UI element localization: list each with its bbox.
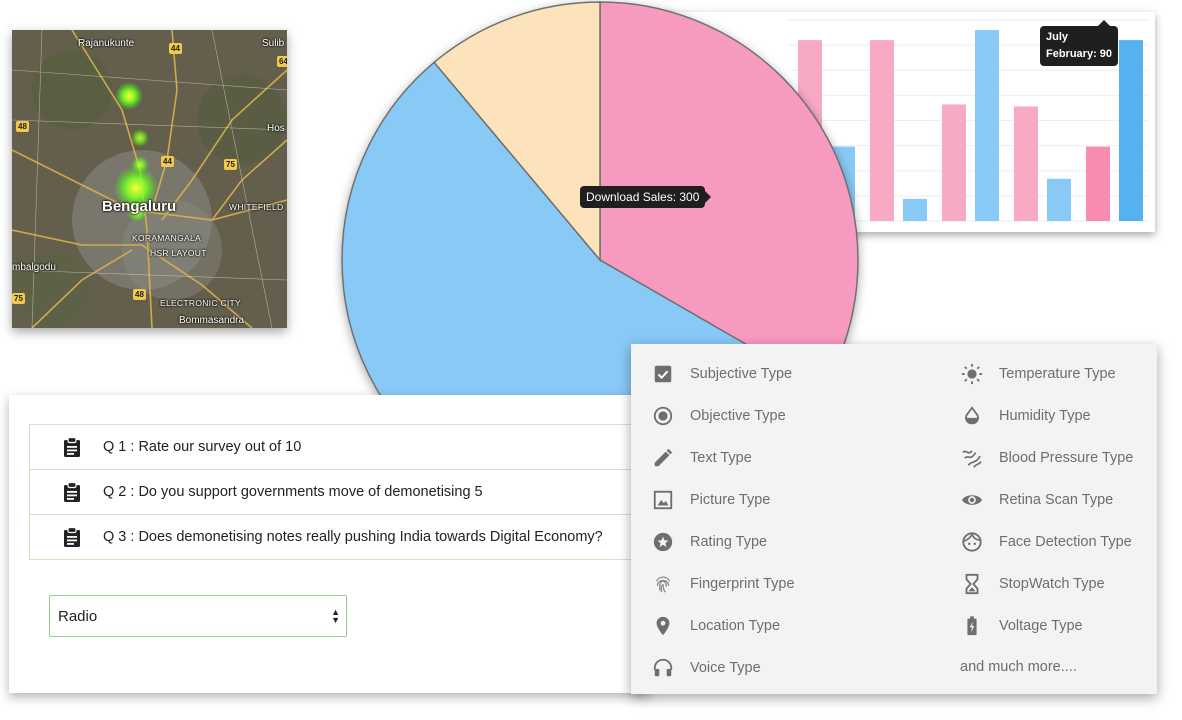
map-label: Hos — [267, 123, 285, 134]
question-row[interactable]: Q 1 : Rate our survey out of 10 — [29, 424, 659, 470]
question-type-select[interactable]: Radio ▲ ▼ — [49, 595, 347, 637]
survey-card: Q 1 : Rate our survey out of 10 Q 2 : Do… — [9, 395, 659, 693]
map-background — [12, 30, 287, 328]
question-list: Q 1 : Rate our survey out of 10 Q 2 : Do… — [29, 424, 659, 560]
type-item-location[interactable]: Location Type — [652, 614, 780, 638]
type-label: Retina Scan Type — [999, 492, 1114, 508]
type-label: Subjective Type — [690, 366, 793, 382]
type-label: StopWatch Type — [999, 576, 1105, 592]
highway-shield: 75 — [224, 159, 237, 170]
more-types-text: and much more.... — [960, 659, 1077, 675]
checkbox-icon — [654, 365, 672, 383]
highway-shield: 75 — [12, 293, 25, 304]
type-item-retina-scan[interactable]: Retina Scan Type — [961, 488, 1113, 512]
face-icon — [962, 532, 982, 552]
type-label: Objective Type — [690, 408, 786, 424]
bar[interactable] — [942, 104, 966, 221]
pie-chart-tooltip: Download Sales: 300 — [580, 186, 712, 208]
question-row[interactable]: Q 2 : Do you support governments move of… — [29, 470, 659, 515]
map-label: mbalgodu — [12, 262, 56, 273]
bar[interactable] — [1119, 40, 1143, 221]
clipboard-icon — [64, 482, 80, 502]
type-label: Location Type — [690, 618, 781, 634]
select-arrows-icon: ▲ ▼ — [331, 607, 340, 625]
tooltip-value: February: 90 — [1046, 48, 1113, 60]
question-text: Q 3 : Does demonetising notes really pus… — [103, 529, 603, 545]
type-label: Picture Type — [690, 492, 771, 508]
type-item-humidity[interactable]: Humidity Type — [961, 404, 1091, 428]
type-item-stopwatch[interactable]: StopWatch Type — [961, 572, 1105, 596]
highway-shield: 48 — [16, 121, 29, 132]
type-item-picture[interactable]: Picture Type — [652, 488, 770, 512]
type-item-text[interactable]: Text Type — [652, 446, 752, 470]
bar[interactable] — [903, 198, 927, 221]
headset-icon — [653, 658, 673, 677]
bar-chart-tooltip: July February: 90 — [1040, 20, 1119, 66]
map-label-city: Bengaluru — [102, 198, 177, 215]
type-item-voltage[interactable]: Voltage Type — [961, 614, 1083, 638]
sun-icon — [961, 363, 983, 385]
type-label: Humidity Type — [999, 408, 1091, 424]
select-value: Radio — [58, 607, 98, 625]
image-icon — [653, 490, 673, 510]
type-label: Rating Type — [690, 534, 768, 550]
bar[interactable] — [975, 30, 999, 221]
hourglass-icon — [965, 573, 979, 595]
heatmap-map[interactable]: Rajanukunte Sulib Hos Bengaluru WHITEFIE… — [12, 30, 287, 328]
eye-icon — [961, 495, 983, 505]
tooltip-title: July — [1046, 31, 1069, 43]
type-label: Temperature Type — [999, 366, 1116, 382]
type-item-blood-pressure[interactable]: Blood Pressure Type — [961, 446, 1133, 470]
type-item-objective[interactable]: Objective Type — [652, 404, 786, 428]
map-label: WHITEFIELD — [229, 202, 284, 212]
drop-icon — [965, 406, 979, 425]
type-label: Text Type — [690, 450, 752, 466]
pencil-icon — [654, 448, 673, 467]
type-label: Blood Pressure Type — [999, 450, 1134, 466]
map-label: KORAMANGALA — [132, 233, 201, 243]
clipboard-icon — [64, 437, 80, 457]
type-label: Face Detection Type — [999, 534, 1132, 550]
battery-icon — [967, 616, 977, 636]
type-label: Voice Type — [690, 660, 761, 676]
type-item-voice[interactable]: Voice Type — [652, 656, 761, 680]
map-label: Rajanukunte — [78, 38, 135, 49]
map-label: Sulib — [262, 38, 285, 49]
radio-icon — [653, 406, 673, 426]
highway-shield: 44 — [161, 156, 174, 167]
highway-shield: 64 — [277, 56, 287, 67]
question-row[interactable]: Q 3 : Does demonetising notes really pus… — [29, 515, 659, 560]
bar[interactable] — [1047, 178, 1071, 221]
highway-shield: 48 — [133, 289, 146, 300]
wave-icon — [962, 450, 982, 468]
type-label: Voltage Type — [999, 618, 1083, 634]
bar[interactable] — [1086, 146, 1110, 221]
type-label: Fingerprint Type — [690, 576, 795, 592]
type-item-subjective[interactable]: Subjective Type — [652, 362, 792, 386]
type-item-face-detection[interactable]: Face Detection Type — [961, 530, 1132, 554]
highway-shield: 44 — [169, 43, 182, 54]
location-pin-icon — [656, 616, 670, 636]
map-label: ELECTRONIC CITY — [160, 298, 242, 308]
fingerprint-icon — [655, 576, 671, 593]
clipboard-icon — [64, 527, 80, 547]
bar[interactable] — [1014, 106, 1038, 221]
type-item-rating[interactable]: Rating Type — [652, 530, 767, 554]
bar[interactable] — [870, 40, 894, 221]
star-icon — [653, 532, 673, 552]
question-text: Q 1 : Rate our survey out of 10 — [103, 439, 302, 455]
question-types-card: Subjective Type Objective Type Text Type… — [631, 344, 1157, 694]
type-item-temperature[interactable]: Temperature Type — [961, 362, 1116, 386]
map-label: Bommasandra — [179, 315, 245, 326]
type-item-fingerprint[interactable]: Fingerprint Type — [652, 572, 795, 596]
question-text: Q 2 : Do you support governments move of… — [103, 484, 483, 500]
map-label: HSR LAYOUT — [150, 248, 207, 258]
